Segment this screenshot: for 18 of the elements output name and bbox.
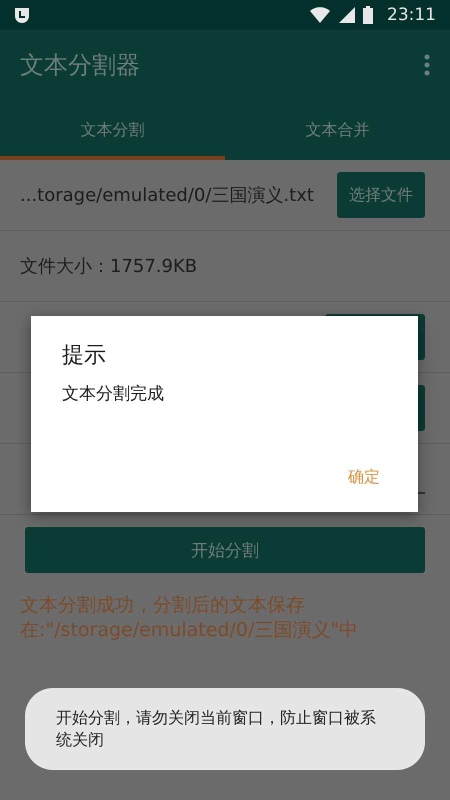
file-size-label: 文件大小：1757.9KB — [20, 255, 198, 278]
app-title: 文本分割器 — [20, 50, 140, 81]
choose-file-button[interactable]: 选择文件 — [337, 172, 425, 218]
battery-icon — [363, 6, 373, 24]
menu-icon[interactable] — [424, 54, 430, 76]
result-message: 文本分割成功，分割后的文本保存在:"/storage/emulated/0/三国演义"中 — [20, 593, 360, 643]
start-button[interactable]: 开始分割 — [25, 527, 425, 573]
ok-button[interactable]: 确定 — [340, 463, 388, 492]
wifi-icon — [309, 7, 331, 23]
notification-icon — [14, 7, 30, 23]
tab[interactable]: 文本分割 — [0, 100, 225, 160]
dialog-message: 文本分割完成 — [62, 383, 165, 405]
signal-icon — [339, 7, 355, 23]
file-path: ...torage/emulated/0/三国演义.txt — [20, 184, 315, 207]
status-time: 23:11 — [387, 5, 436, 25]
dialog-title: 提示 — [62, 342, 107, 370]
toast-message: 开始分割，请勿关闭当前窗口，防止窗口被系统关闭 — [25, 688, 425, 770]
tab[interactable]: 文本合并 — [225, 100, 450, 160]
